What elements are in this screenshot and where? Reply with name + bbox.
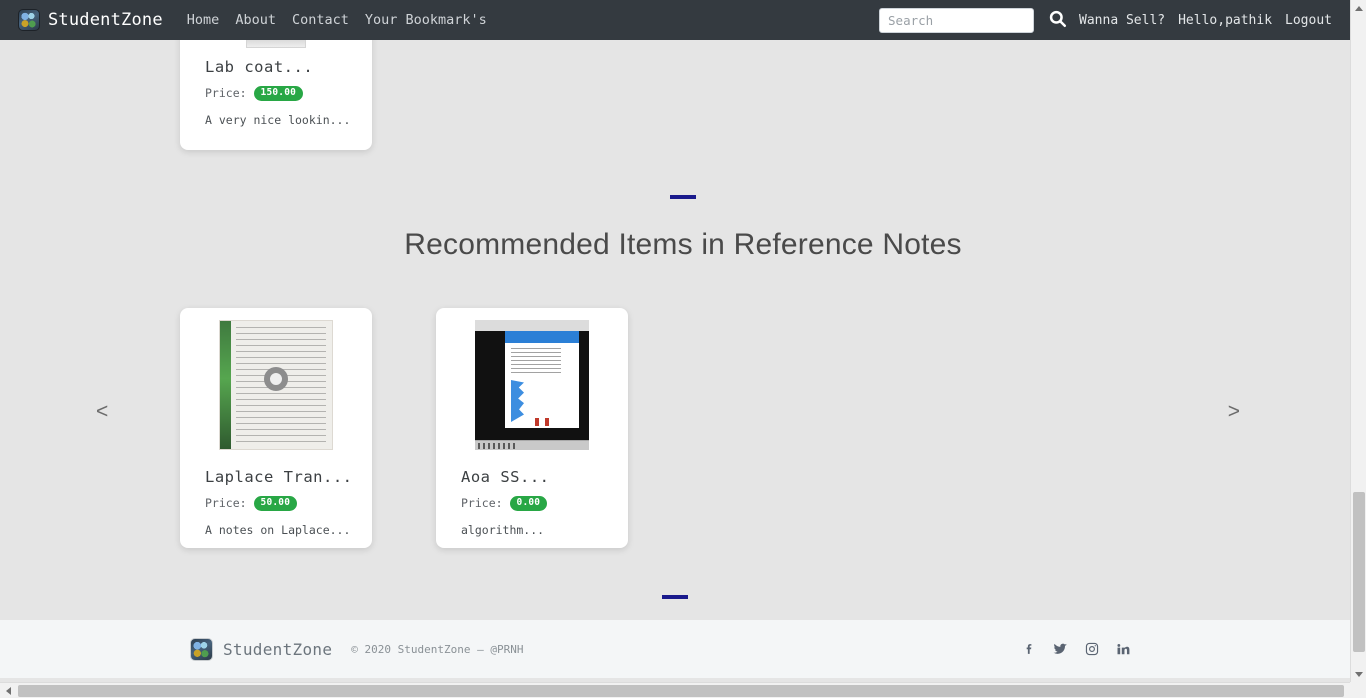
screenshot-highlight-bar — [505, 331, 579, 343]
screenshot-taskbar — [475, 440, 589, 450]
top-navbar: StudentZone Home About Contact Your Book… — [0, 0, 1350, 40]
price-label: Price: — [461, 496, 503, 511]
notes-diagram-ring — [264, 367, 288, 391]
instagram-icon[interactable] — [1085, 642, 1099, 656]
account-nav: Wanna Sell? Hello,pathik Logout — [1079, 13, 1332, 28]
studentzone-logo-icon — [190, 637, 213, 661]
footer-copyright: © 2020 StudentZone — @PRNH — [351, 642, 524, 656]
price-badge: 150.00 — [253, 86, 304, 101]
section-divider-dash — [670, 195, 696, 199]
card-body: Aoa SS... Price: 0.00 algorithm... — [436, 458, 628, 548]
search-input[interactable] — [879, 7, 1035, 33]
product-thumbnail — [436, 308, 628, 458]
footer-brand-name: StudentZone — [223, 639, 333, 659]
screenshot-marker-1 — [535, 418, 539, 426]
product-card-aoa[interactable]: Aoa SS... Price: 0.00 algorithm... — [436, 308, 628, 548]
brand-name: StudentZone — [48, 10, 163, 30]
nav-item-logout[interactable]: Logout — [1285, 13, 1332, 28]
product-card-laplace[interactable]: Laplace Tran... Price: 50.00 A notes on … — [180, 308, 372, 548]
nav-item-about[interactable]: About — [235, 12, 276, 28]
linkedin-icon[interactable] — [1116, 642, 1130, 656]
product-description: A very nice lookin... — [205, 112, 351, 127]
screenshot-marker-2 — [545, 418, 549, 426]
carousel-next-button[interactable]: > — [1220, 396, 1248, 428]
section-bottom-divider-wrap — [0, 595, 1350, 599]
screenshot-titlebar — [475, 320, 589, 331]
screenshot-text-lines — [511, 348, 561, 374]
nav-item-contact[interactable]: Contact — [292, 12, 349, 28]
product-title: Lab coat... — [205, 58, 314, 76]
footer-brand[interactable]: StudentZone © 2020 StudentZone — @PRNH — [190, 637, 524, 661]
section-title: Recommended Items in Reference Notes — [404, 228, 962, 261]
product-description: algorithm... — [461, 522, 545, 537]
horizontal-scrollbar-thumb[interactable] — [18, 685, 1344, 697]
chevron-left-icon — [5, 687, 11, 695]
recommended-carousel: < > Laplace Tran... Price: 50.00 A notes… — [0, 300, 1350, 550]
vertical-scrollbar[interactable] — [1350, 0, 1366, 682]
scroll-up-button[interactable] — [1351, 0, 1366, 16]
section-divider-dash — [662, 595, 688, 599]
scrollbar-corner — [1350, 682, 1366, 698]
card-body: Lab coat... Price: 150.00 A very nice lo… — [180, 48, 372, 139]
twitter-icon[interactable] — [1053, 642, 1068, 656]
price-row: Price: 0.00 — [461, 496, 603, 511]
vertical-scrollbar-thumb[interactable] — [1353, 492, 1365, 652]
chevron-up-icon — [1355, 5, 1363, 11]
product-title: Laplace Tran... — [205, 468, 353, 486]
search-button[interactable] — [1048, 9, 1067, 31]
screenshot-photo — [475, 320, 589, 450]
product-thumbnail — [180, 308, 372, 458]
price-label: Price: — [205, 86, 247, 101]
studentzone-logo-icon — [18, 9, 40, 31]
page-footer: StudentZone © 2020 StudentZone — @PRNH — [0, 620, 1350, 678]
card-body: Laplace Tran... Price: 50.00 A notes on … — [180, 458, 372, 548]
nav-item-your-bookmarks[interactable]: Your Bookmark's — [365, 12, 487, 28]
scroll-left-button[interactable] — [0, 683, 16, 698]
search-icon — [1048, 9, 1067, 31]
nav-item-wanna-sell[interactable]: Wanna Sell? — [1079, 13, 1165, 28]
chevron-down-icon — [1355, 671, 1363, 677]
section-top-divider-wrap — [0, 195, 1366, 199]
price-badge: 50.00 — [253, 496, 298, 511]
footer-social-links — [1023, 642, 1320, 656]
price-label: Price: — [205, 496, 247, 511]
scanned-notes-photo — [219, 320, 333, 450]
nav-item-home[interactable]: Home — [187, 12, 220, 28]
price-row: Price: 50.00 — [205, 496, 347, 511]
price-row: Price: 150.00 — [205, 86, 347, 101]
horizontal-scrollbar[interactable] — [0, 682, 1366, 698]
price-badge: 0.00 — [509, 496, 548, 511]
scroll-down-button[interactable] — [1351, 666, 1366, 682]
nav-item-user-greeting[interactable]: Hello,pathik — [1178, 13, 1272, 28]
page-root: StudentZone Home About Contact Your Book… — [0, 0, 1366, 698]
product-description: A notes on Laplace... — [205, 522, 351, 537]
facebook-icon[interactable] — [1023, 642, 1036, 656]
navbar-right-group: Wanna Sell? Hello,pathik Logout — [879, 7, 1336, 33]
brand-link[interactable]: StudentZone — [18, 9, 163, 31]
primary-nav: Home About Contact Your Bookmark's — [187, 12, 487, 28]
carousel-items: Laplace Tran... Price: 50.00 A notes on … — [180, 308, 628, 548]
carousel-prev-button[interactable]: < — [88, 396, 116, 428]
product-title: Aoa SS... — [461, 468, 550, 486]
